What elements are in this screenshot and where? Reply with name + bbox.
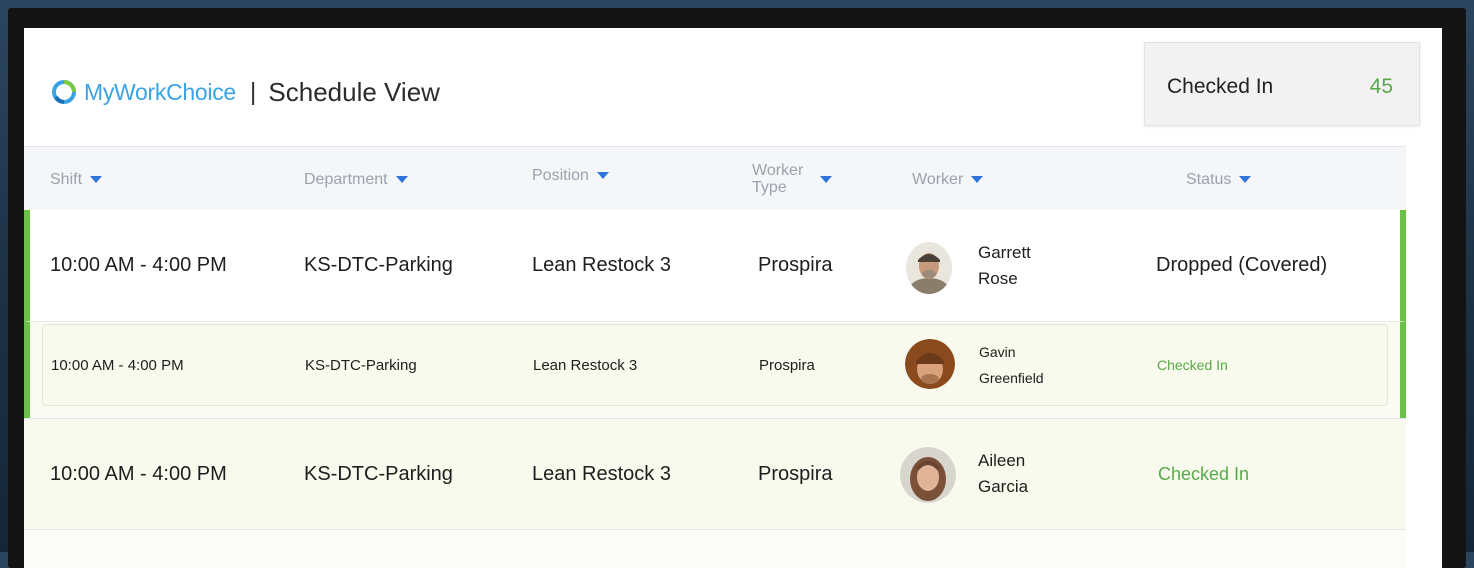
shift-cell: 10:00 AM - 4:00 PM bbox=[50, 462, 227, 485]
status-cell: Checked In bbox=[1158, 463, 1250, 484]
next-row-partial bbox=[24, 530, 1406, 568]
brand-logo-icon bbox=[52, 80, 76, 104]
checked-in-count: 45 bbox=[1369, 75, 1393, 98]
worker-type-cell: Prospira bbox=[759, 356, 815, 374]
page-title: Schedule View bbox=[268, 76, 440, 107]
app-header: MyWorkChoice | Schedule View bbox=[52, 72, 440, 112]
column-header-department[interactable]: Department bbox=[304, 147, 408, 211]
worker-last-name: Rose bbox=[978, 268, 1018, 288]
caret-down-icon bbox=[971, 175, 984, 183]
column-header-worker[interactable]: Worker bbox=[912, 147, 984, 211]
worker-avatar[interactable] bbox=[905, 339, 955, 389]
table-row[interactable]: 10:00 AM - 4:00 PM KS-DTC-Parking Lean R… bbox=[24, 418, 1406, 530]
schedule-table: Shift Department Position Worker Type Wo… bbox=[24, 146, 1406, 568]
caret-down-icon bbox=[1239, 175, 1252, 183]
worker-first-name: Gavin bbox=[979, 344, 1016, 360]
caret-down-icon bbox=[596, 171, 609, 179]
column-header-status[interactable]: Status bbox=[1186, 147, 1252, 211]
department-cell: KS-DTC-Parking bbox=[304, 462, 453, 485]
column-header-shift[interactable]: Shift bbox=[50, 147, 103, 211]
column-label: Worker Type bbox=[752, 162, 804, 196]
worker-last-name: Greenfield bbox=[979, 370, 1044, 386]
worker-last-name: Garcia bbox=[978, 477, 1029, 496]
worker-type-cell: Prospira bbox=[758, 462, 833, 485]
column-label: Department bbox=[304, 170, 388, 188]
table-row[interactable]: 10:00 AM - 4:00 PM KS-DTC-Parking Lean R… bbox=[24, 210, 1406, 322]
table-row[interactable]: 10:00 AM - 4:00 PM KS-DTC-Parking Lean R… bbox=[42, 324, 1388, 406]
app-screen: MyWorkChoice | Schedule View Checked In … bbox=[24, 28, 1442, 568]
shift-cell: 10:00 AM - 4:00 PM bbox=[50, 254, 227, 276]
checked-in-label: Checked In bbox=[1167, 75, 1274, 98]
department-cell: KS-DTC-Parking bbox=[304, 254, 453, 276]
worker-avatar[interactable] bbox=[906, 242, 952, 294]
worker-avatar[interactable] bbox=[900, 447, 956, 503]
worker-first-name: Garrett bbox=[978, 242, 1031, 262]
shift-cell: 10:00 AM - 4:00 PM bbox=[51, 356, 184, 374]
status-cell: Checked In bbox=[1157, 357, 1228, 373]
title-separator: | bbox=[249, 77, 257, 106]
caret-down-icon bbox=[820, 175, 832, 183]
caret-down-icon bbox=[90, 175, 103, 183]
worker-type-cell: Prospira bbox=[758, 254, 833, 276]
worker-name[interactable]: Aileen Garcia bbox=[978, 419, 1028, 529]
right-gutter bbox=[1406, 146, 1442, 566]
position-cell: Lean Restock 3 bbox=[532, 462, 671, 485]
worker-name[interactable]: Gavin Greenfield bbox=[979, 325, 1044, 405]
worker-name[interactable]: Garrett Rose bbox=[978, 210, 1031, 321]
checked-in-summary-card: Checked In 45 bbox=[1144, 42, 1420, 126]
status-cell: Dropped (Covered) bbox=[1156, 254, 1328, 276]
column-label: Shift bbox=[50, 170, 83, 188]
column-header-worker-type[interactable]: Worker Type bbox=[752, 147, 832, 211]
column-label: Status bbox=[1186, 170, 1232, 188]
column-label: Worker bbox=[912, 170, 964, 188]
column-label: Position bbox=[532, 166, 589, 184]
brand-name[interactable]: MyWorkChoice bbox=[84, 79, 236, 106]
table-header: Shift Department Position Worker Type Wo… bbox=[24, 146, 1406, 212]
department-cell: KS-DTC-Parking bbox=[305, 356, 417, 374]
position-cell: Lean Restock 3 bbox=[532, 254, 671, 276]
worker-first-name: Aileen bbox=[978, 451, 1026, 470]
caret-down-icon bbox=[395, 175, 408, 183]
column-header-position[interactable]: Position bbox=[532, 143, 609, 207]
position-cell: Lean Restock 3 bbox=[533, 356, 638, 374]
